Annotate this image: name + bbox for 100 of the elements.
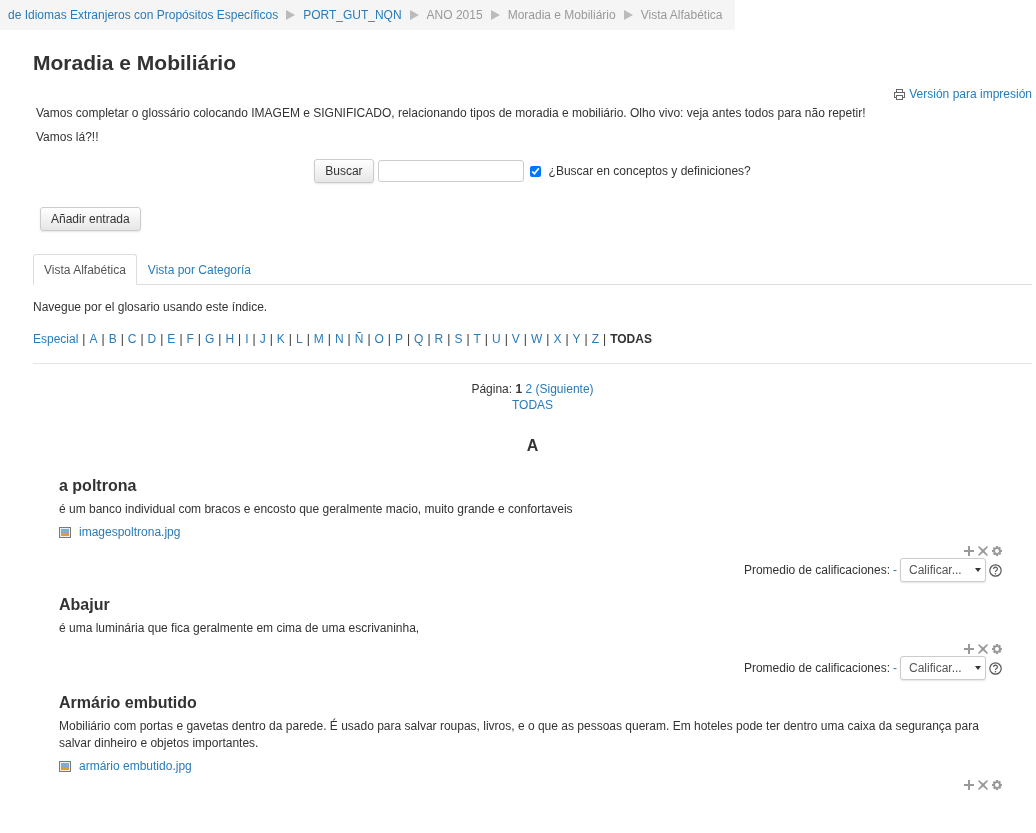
page-link[interactable]: 2 [525, 382, 533, 396]
letter-link[interactable]: X [553, 332, 562, 346]
paging-label: Página: [471, 382, 513, 396]
printer-icon [894, 88, 906, 100]
letter-link[interactable]: I [245, 332, 249, 346]
separator: | [387, 332, 391, 346]
separator: | [82, 332, 86, 346]
separator: | [347, 332, 351, 346]
attachment-link[interactable]: armário embutido.jpg [79, 759, 192, 773]
letter-link[interactable]: N [334, 332, 344, 346]
separator: | [367, 332, 371, 346]
separator: | [427, 332, 431, 346]
attachment-link[interactable]: imagespoltrona.jpg [79, 525, 181, 539]
separator: | [584, 332, 588, 346]
entry-definition: é uma luminária que fica geralmente em cima de uma escrivaninha, [59, 620, 421, 637]
rate-dropdown[interactable]: Calificar... [900, 558, 986, 582]
separator: | [269, 332, 273, 346]
separator: | [327, 332, 331, 346]
separator: | [546, 332, 550, 346]
separator: | [197, 332, 201, 346]
entry-term: a poltrona [59, 477, 138, 495]
separator: | [120, 332, 124, 346]
current-letter: TODAS [610, 332, 652, 346]
separator: | [407, 332, 411, 346]
letter-link[interactable]: K [276, 332, 285, 346]
all-pages-link[interactable]: TODAS [511, 398, 554, 412]
caret-icon [975, 568, 981, 572]
letter-link[interactable]: A [89, 332, 98, 346]
tab[interactable]: Vista por Categoría [136, 254, 262, 285]
breadcrumb-link[interactable]: PORT_GUT_NQN [303, 8, 402, 22]
letter-link[interactable]: Ñ [354, 332, 364, 346]
separator: | [306, 332, 310, 346]
letter-link[interactable]: W [530, 332, 543, 346]
settings-icon[interactable] [992, 546, 1002, 556]
rating-label: Promedio de calificaciones: [743, 563, 890, 577]
letter-link[interactable]: Y [572, 332, 581, 346]
separator: | [101, 332, 105, 346]
separator-icon [490, 10, 500, 20]
breadcrumb-link[interactable]: de Idiomas Extranjeros con Propósitos Específicos [8, 8, 279, 22]
breadcrumb-item: Vista Alfabética [640, 8, 723, 22]
letter-link[interactable]: Z [591, 332, 599, 346]
letter-link[interactable]: S [454, 332, 463, 346]
separator: | [447, 332, 451, 346]
search-field[interactable] [377, 160, 524, 182]
rating-value-link[interactable]: - [893, 563, 897, 577]
delete-icon[interactable] [978, 780, 988, 790]
letter-link[interactable]: M [313, 332, 324, 346]
letter-link[interactable]: Q [414, 332, 424, 346]
letter-link[interactable]: C [127, 332, 137, 346]
caret-icon [975, 666, 981, 670]
index-hint: Navegue por el glosario usando este índice. [33, 300, 269, 314]
letter-link[interactable]: B [108, 332, 117, 346]
settings-icon[interactable] [992, 644, 1002, 654]
entry-term: Armário embutido [59, 694, 198, 712]
tab[interactable]: Vista Alfabética [33, 254, 137, 285]
page-title: Moradia e Mobiliário [33, 51, 238, 75]
entry-definition: é um banco individual com bracos e encosto que geralmente macio, muito grande e confortaveis [59, 501, 574, 518]
rating-value-link[interactable]: - [893, 661, 897, 675]
letter-link[interactable]: T [473, 332, 481, 346]
letter-link[interactable]: V [511, 332, 520, 346]
search-button[interactable]: Buscar [314, 159, 374, 183]
print-version-link[interactable]: Versión para impresión [909, 87, 1032, 101]
separator: | [238, 332, 242, 346]
separator-icon [286, 10, 296, 20]
delete-icon[interactable] [978, 644, 988, 654]
separator: | [565, 332, 569, 346]
add-icon[interactable] [964, 546, 974, 556]
letter-link[interactable]: E [167, 332, 176, 346]
add-icon[interactable] [964, 644, 974, 654]
image-file-icon [59, 526, 71, 538]
settings-icon[interactable] [992, 780, 1002, 790]
letter-link[interactable]: D [147, 332, 157, 346]
letter-link[interactable]: G [204, 332, 215, 346]
next-page-link[interactable]: (Siguiente) [535, 382, 594, 396]
separator: | [179, 332, 183, 346]
checkbox[interactable] [529, 165, 541, 177]
separator: | [504, 332, 508, 346]
breadcrumb-item: ANO 2015 [426, 8, 483, 22]
letter-link[interactable]: F [186, 332, 194, 346]
add-icon[interactable] [964, 780, 974, 790]
separator-icon [623, 10, 633, 20]
letter-link[interactable]: P [394, 332, 403, 346]
rate-dropdown[interactable]: Calificar... [900, 656, 986, 680]
letter-link[interactable]: H [225, 332, 235, 346]
separator: | [523, 332, 527, 346]
letter-link[interactable]: R [434, 332, 444, 346]
letter-link[interactable]: O [374, 332, 384, 346]
intro-text: Vamos lá?!! [36, 129, 100, 146]
letter-link[interactable]: J [259, 332, 266, 346]
intro-text: Vamos completar o glossário colocando IMAGEM e SIGNIFICADO, relacionando tipos de moradia e mobiliário. Olho vivo: veja antes todos para não repetir! [36, 105, 867, 122]
letter-link[interactable]: Especial [33, 332, 79, 346]
rating-label: Promedio de calificaciones: [743, 661, 890, 675]
letter-link[interactable]: L [295, 332, 303, 346]
help-icon[interactable] [989, 563, 1002, 577]
image-file-icon [59, 760, 71, 772]
separator: | [603, 332, 607, 346]
help-icon[interactable] [989, 661, 1002, 675]
delete-icon[interactable] [978, 546, 988, 556]
add-entry-button[interactable]: Añadir entrada [40, 207, 141, 231]
letter-link[interactable]: U [492, 332, 501, 346]
